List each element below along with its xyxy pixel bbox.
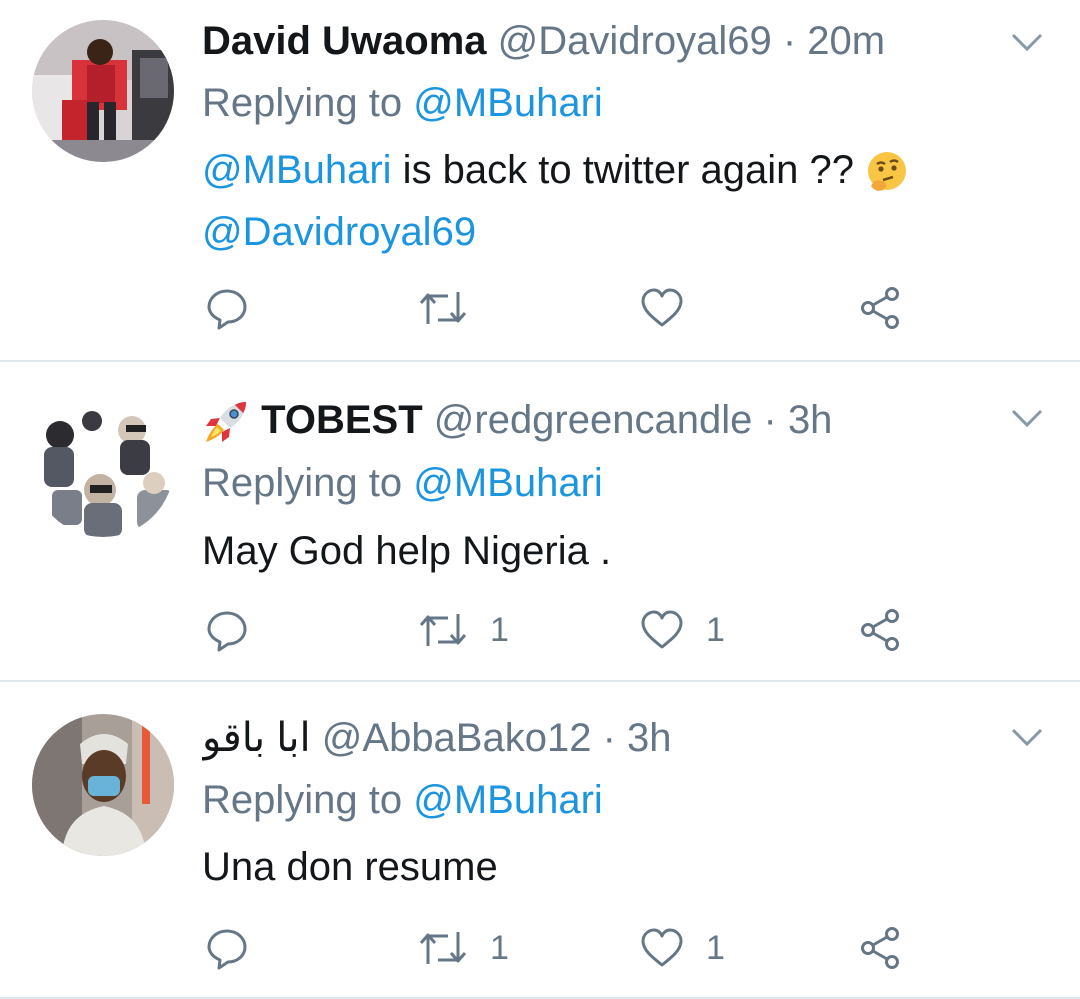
reply-tweet[interactable]: TOBEST @redgreencandle · 3h Replying to … <box>0 362 1080 682</box>
replying-to-mention[interactable]: @MBuhari <box>413 778 603 822</box>
avatar[interactable] <box>32 395 174 537</box>
retweet-button[interactable]: 1 <box>418 924 509 972</box>
timestamp[interactable]: 20m <box>807 19 885 63</box>
reply-button[interactable] <box>205 284 271 332</box>
share-button[interactable] <box>860 284 902 332</box>
replying-to-mention[interactable]: @MBuhari <box>413 461 603 505</box>
tweet-text: May God help Nigeria . <box>202 529 612 573</box>
replying-to-line: Replying to @MBuhari <box>202 776 603 824</box>
body-text: is back to twitter again ?? <box>391 148 866 192</box>
replying-to-label: Replying to <box>202 81 403 125</box>
tweet-actions: 1 1 <box>0 606 1080 654</box>
reply-icon <box>207 289 247 330</box>
like-button[interactable] <box>640 284 706 332</box>
retweet-button[interactable] <box>418 284 490 332</box>
tweet-actions: 1 1 <box>0 924 1080 972</box>
thinking-face-emoji <box>868 152 907 192</box>
like-button[interactable]: 1 <box>640 606 725 654</box>
like-count: 1 <box>706 929 725 967</box>
tweet-header: David Uwaoma @Davidroyal69 · 20m <box>202 17 950 65</box>
like-button[interactable]: 1 <box>640 924 725 972</box>
retweet-icon <box>419 614 467 646</box>
tweet-text: Una don resume <box>202 845 498 889</box>
user-handle[interactable]: @Davidroyal69 <box>498 19 772 63</box>
replying-to-line: Replying to @MBuhari <box>202 79 603 127</box>
reply-button[interactable] <box>205 924 271 972</box>
reply-tweet[interactable]: ابا باقو @AbbaBako12 · 3h Replying to @M… <box>0 682 1080 999</box>
reply-icon <box>207 929 247 970</box>
user-handle[interactable]: @redgreencandle <box>434 398 753 442</box>
display-name[interactable]: ابا باقو <box>202 716 311 760</box>
share-icon <box>861 609 899 651</box>
retweet-button[interactable]: 1 <box>418 606 509 654</box>
replying-to-mention[interactable]: @MBuhari <box>413 81 603 125</box>
reply-tweet[interactable]: David Uwaoma @Davidroyal69 · 20m Replyin… <box>0 0 1080 362</box>
like-count: 1 <box>706 611 725 649</box>
heart-icon <box>641 928 683 967</box>
retweet-icon <box>419 292 467 324</box>
reply-icon <box>207 611 247 652</box>
avatar[interactable] <box>32 20 174 162</box>
body-mention[interactable]: @MBuhari <box>202 148 392 192</box>
retweet-icon <box>419 932 467 964</box>
body-mention-second-line[interactable]: @Davidroyal69 <box>202 210 476 254</box>
chevron-down-icon[interactable] <box>1010 727 1044 747</box>
retweet-count: 1 <box>490 929 509 967</box>
timestamp[interactable]: 3h <box>627 716 672 760</box>
reply-button[interactable] <box>205 606 271 654</box>
replying-to-label: Replying to <box>202 778 403 822</box>
share-icon <box>861 927 899 969</box>
retweet-count: 1 <box>490 611 509 649</box>
tweet-actions <box>0 284 1080 332</box>
display-name[interactable]: David Uwaoma <box>202 19 487 63</box>
replying-to-label: Replying to <box>202 461 403 505</box>
separator-dot: · <box>763 398 777 442</box>
display-name[interactable]: TOBEST <box>261 398 423 442</box>
separator-dot: · <box>782 19 797 63</box>
share-button[interactable] <box>860 606 902 654</box>
share-button[interactable] <box>860 924 902 972</box>
heart-icon <box>641 288 683 327</box>
user-handle[interactable]: @AbbaBako12 <box>322 716 592 760</box>
timestamp[interactable]: 3h <box>788 398 833 442</box>
separator-dot: · <box>602 716 616 760</box>
replying-to-line: Replying to @MBuhari <box>202 459 603 507</box>
chevron-down-icon[interactable] <box>1010 32 1044 52</box>
heart-icon <box>641 610 683 649</box>
tweet-text: @MBuhari is back to twitter again ?? @Da… <box>202 139 1020 263</box>
tweet-header: ابا باقو @AbbaBako12 · 3h <box>202 714 950 762</box>
share-icon <box>861 287 899 329</box>
rocket-emoji <box>206 402 246 443</box>
tweet-header: TOBEST @redgreencandle · 3h <box>202 396 950 444</box>
avatar[interactable] <box>32 714 174 856</box>
chevron-down-icon[interactable] <box>1010 408 1044 428</box>
